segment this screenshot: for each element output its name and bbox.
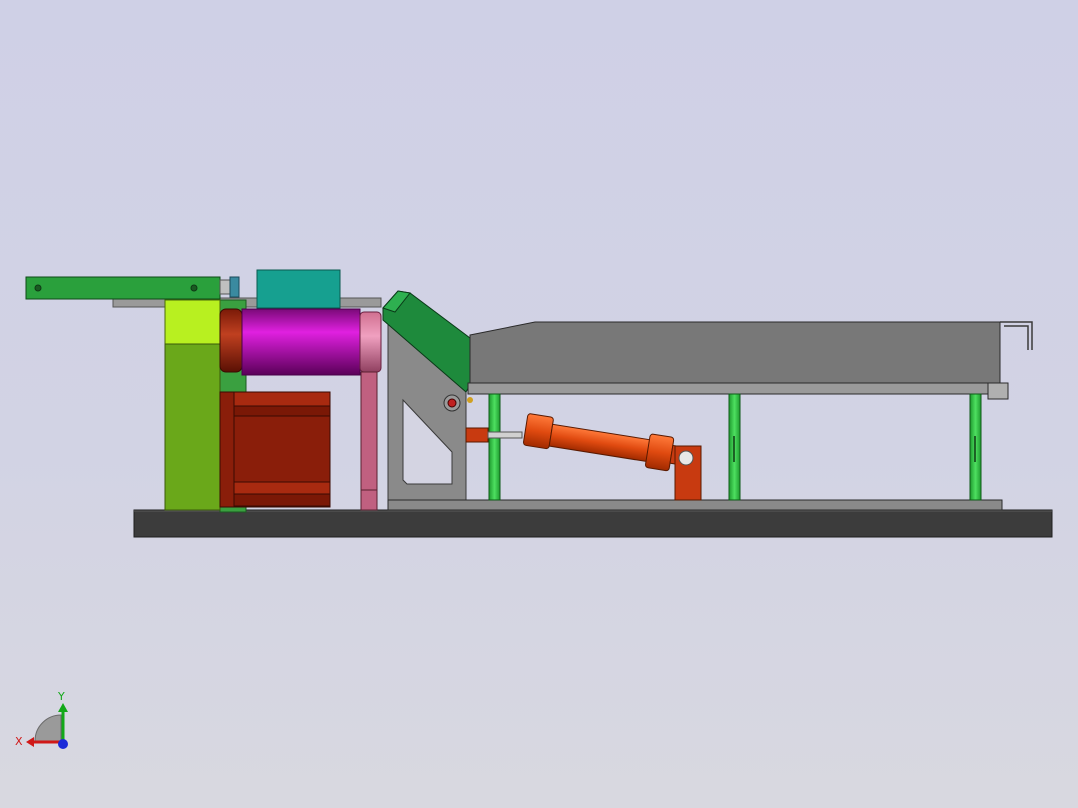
teal-box[interactable] [256,269,341,309]
magenta-roller[interactable] [241,308,361,376]
lime-block[interactable] [164,299,221,511]
x-axis-arrowhead [26,737,34,747]
roller-collar[interactable] [219,308,243,373]
support-post-1[interactable] [488,393,501,501]
motor[interactable] [219,391,331,508]
support-post-2[interactable] [728,393,741,501]
coordinate-triad: Y X [15,690,68,749]
y-axis-label: Y [57,690,65,703]
lower-rail[interactable] [387,499,1003,511]
y-axis-arrowhead [58,703,68,712]
x-axis-label: X [15,735,23,748]
roller-end-cap[interactable] [359,311,382,373]
support-post-3[interactable] [969,393,982,501]
bracket-bolt[interactable] [219,276,240,298]
pink-plate[interactable] [360,371,378,511]
z-axis-dot [58,739,68,749]
pneumatic-cylinder[interactable] [465,413,702,501]
top-bracket[interactable] [25,276,221,300]
cad-model-canvas[interactable]: Y X [0,0,1078,808]
base-plate[interactable] [133,509,1053,538]
conveyor-tray[interactable] [467,321,1033,400]
cad-viewport[interactable]: Y X [0,0,1078,808]
